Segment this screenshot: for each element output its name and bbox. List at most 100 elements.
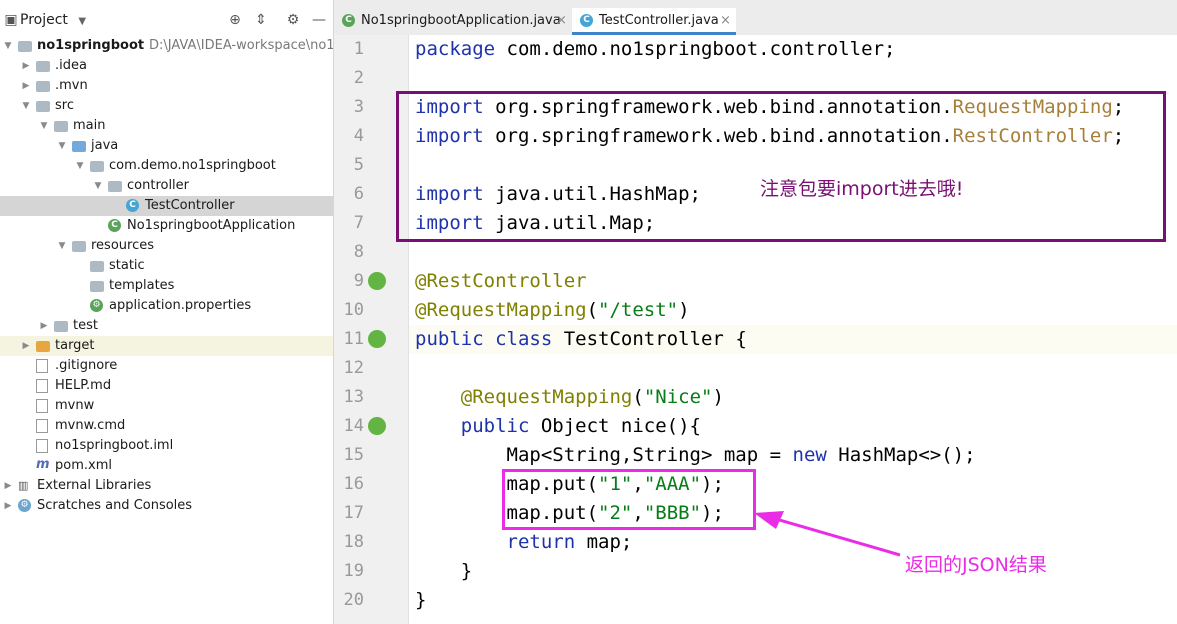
code-line[interactable]: @RequestMapping("/test") — [415, 296, 690, 325]
line-number: 18 — [343, 532, 364, 552]
spring-class-icon[interactable] — [368, 330, 386, 348]
tree-item[interactable]: ⚙ application.properties — [0, 296, 333, 316]
collapse-arrow-icon[interactable]: ▼ — [20, 96, 32, 116]
tree-item[interactable]: mvnw — [0, 396, 333, 416]
gear-icon[interactable]: ⚙ — [284, 10, 302, 30]
collapse-all-icon[interactable]: ⇕ — [252, 10, 270, 30]
tree-item-label: target — [55, 338, 95, 353]
folder-icon — [36, 61, 50, 72]
tree-item[interactable]: static — [0, 256, 333, 276]
tree-item[interactable]: m pom.xml — [0, 456, 333, 476]
close-icon[interactable]: × — [720, 8, 731, 34]
code-token: public — [460, 415, 541, 437]
tree-item[interactable]: ▶ target — [0, 336, 333, 356]
tree-item[interactable]: ▼ java — [0, 136, 333, 156]
tree-item[interactable]: ▼ controller — [0, 176, 333, 196]
code-token: @RestController — [415, 270, 587, 292]
line-number: 16 — [343, 474, 364, 494]
collapse-arrow-icon[interactable]: ▼ — [74, 156, 86, 176]
expand-arrow-icon[interactable]: ▶ — [2, 476, 14, 496]
code-line[interactable]: } — [415, 586, 426, 615]
collapse-arrow-icon[interactable]: ▼ — [92, 176, 104, 196]
tab-no1springboot-application[interactable]: C No1springbootApplication.java × — [334, 8, 567, 34]
expand-arrow-icon[interactable]: ▶ — [2, 496, 14, 516]
folder-icon — [36, 81, 50, 92]
tab-test-controller[interactable]: C TestController.java × — [572, 8, 736, 35]
tree-item[interactable]: ▶ ▥ External Libraries — [0, 476, 333, 496]
tree-item-label: static — [109, 258, 145, 273]
chevron-down-icon: ▼ — [78, 16, 87, 27]
spring-boot-class-icon: C — [108, 219, 121, 232]
line-number: 3 — [353, 97, 364, 117]
iml-file-icon — [36, 439, 48, 453]
code-line[interactable]: @RequestMapping("Nice") — [415, 383, 724, 412]
expand-arrow-icon[interactable]: ▶ — [38, 316, 50, 336]
code-line[interactable]: } — [415, 557, 472, 586]
code-line[interactable]: public class TestController { — [415, 325, 747, 354]
code-token: new — [792, 444, 839, 466]
code-token: return — [506, 531, 587, 553]
scratches-icon: ⚙ — [18, 499, 31, 512]
tree-item[interactable]: C TestController — [0, 196, 333, 216]
locate-file-icon[interactable]: ⊕ — [226, 10, 244, 30]
tree-item-path: D:\JAVA\IDEA-workspace\no1sp — [149, 38, 334, 53]
code-token: "/test" — [598, 299, 679, 321]
project-header: ▣ Project ▼ ⊕ ⇕ ⚙ — — [0, 0, 333, 40]
tree-item[interactable]: ▼ com.demo.no1springboot — [0, 156, 333, 176]
tree-item[interactable]: mvnw.cmd — [0, 416, 333, 436]
spring-web-endpoint-icon[interactable] — [368, 417, 386, 435]
tree-item[interactable]: ▶ .idea — [0, 56, 333, 76]
project-panel: ▣ Project ▼ ⊕ ⇕ ⚙ — ▼ no1springboot D:\JAV… — [0, 0, 334, 624]
collapse-arrow-icon[interactable]: ▼ — [56, 136, 68, 156]
code-line[interactable]: Map<String,String> map = new HashMap<>()… — [415, 441, 976, 470]
line-number: 1 — [353, 39, 364, 59]
project-view-icon[interactable]: ▣ — [2, 10, 20, 30]
folder-icon — [36, 101, 50, 112]
code-token: public class — [415, 328, 564, 350]
tree-item[interactable]: .gitignore — [0, 356, 333, 376]
tree-item[interactable]: ▶ .mvn — [0, 76, 333, 96]
close-icon[interactable]: × — [556, 8, 567, 34]
tree-item[interactable]: ▼ resources — [0, 236, 333, 256]
tree-item[interactable]: ▼ no1springboot D:\JAVA\IDEA-workspace\no1… — [0, 36, 333, 56]
tree-item-label: templates — [109, 278, 175, 293]
line-number: 9 — [353, 271, 364, 291]
folder-icon — [90, 281, 104, 292]
collapse-arrow-icon[interactable]: ▼ — [56, 236, 68, 256]
expand-arrow-icon[interactable]: ▶ — [20, 336, 32, 356]
markdown-file-icon — [36, 379, 48, 393]
code-token: "Nice" — [643, 386, 713, 408]
code-token: Map<String,String> map = — [506, 444, 793, 466]
code-token: ) — [678, 299, 690, 321]
hide-panel-icon[interactable]: — — [310, 10, 328, 30]
tree-item[interactable]: no1springboot.iml — [0, 436, 333, 456]
code-line[interactable]: package com.demo.no1springboot.controlle… — [415, 35, 895, 64]
line-number: 12 — [343, 358, 364, 378]
tree-item[interactable]: C No1springbootApplication — [0, 216, 333, 236]
tree-item[interactable]: ▶ test — [0, 316, 333, 336]
tree-item[interactable]: HELP.md — [0, 376, 333, 396]
tree-item[interactable]: ▼ main — [0, 116, 333, 136]
collapse-arrow-icon[interactable]: ▼ — [2, 36, 14, 56]
code-line[interactable]: return map; — [415, 528, 633, 557]
expand-arrow-icon[interactable]: ▶ — [20, 76, 32, 96]
json-result-note: 返回的JSON结果 — [905, 554, 1047, 576]
project-tree: ▼ no1springboot D:\JAVA\IDEA-workspace\no1… — [0, 36, 333, 516]
collapse-arrow-icon[interactable]: ▼ — [38, 116, 50, 136]
code-token: Object nice(){ — [540, 415, 701, 437]
project-view-dropdown[interactable]: Project ▼ — [20, 10, 86, 32]
expand-arrow-icon[interactable]: ▶ — [20, 56, 32, 76]
tree-item[interactable]: templates — [0, 276, 333, 296]
tree-item[interactable]: ▶ ⚙ Scratches and Consoles — [0, 496, 333, 516]
code-line[interactable]: public Object nice(){ — [415, 412, 701, 441]
tree-item-label: main — [73, 118, 106, 133]
package-icon — [108, 181, 122, 192]
code-line[interactable]: @RestController — [415, 267, 587, 296]
code-token: com.demo.no1springboot.controller; — [506, 38, 896, 60]
tree-item[interactable]: ▼ src — [0, 96, 333, 116]
spring-bean-icon[interactable] — [368, 272, 386, 290]
